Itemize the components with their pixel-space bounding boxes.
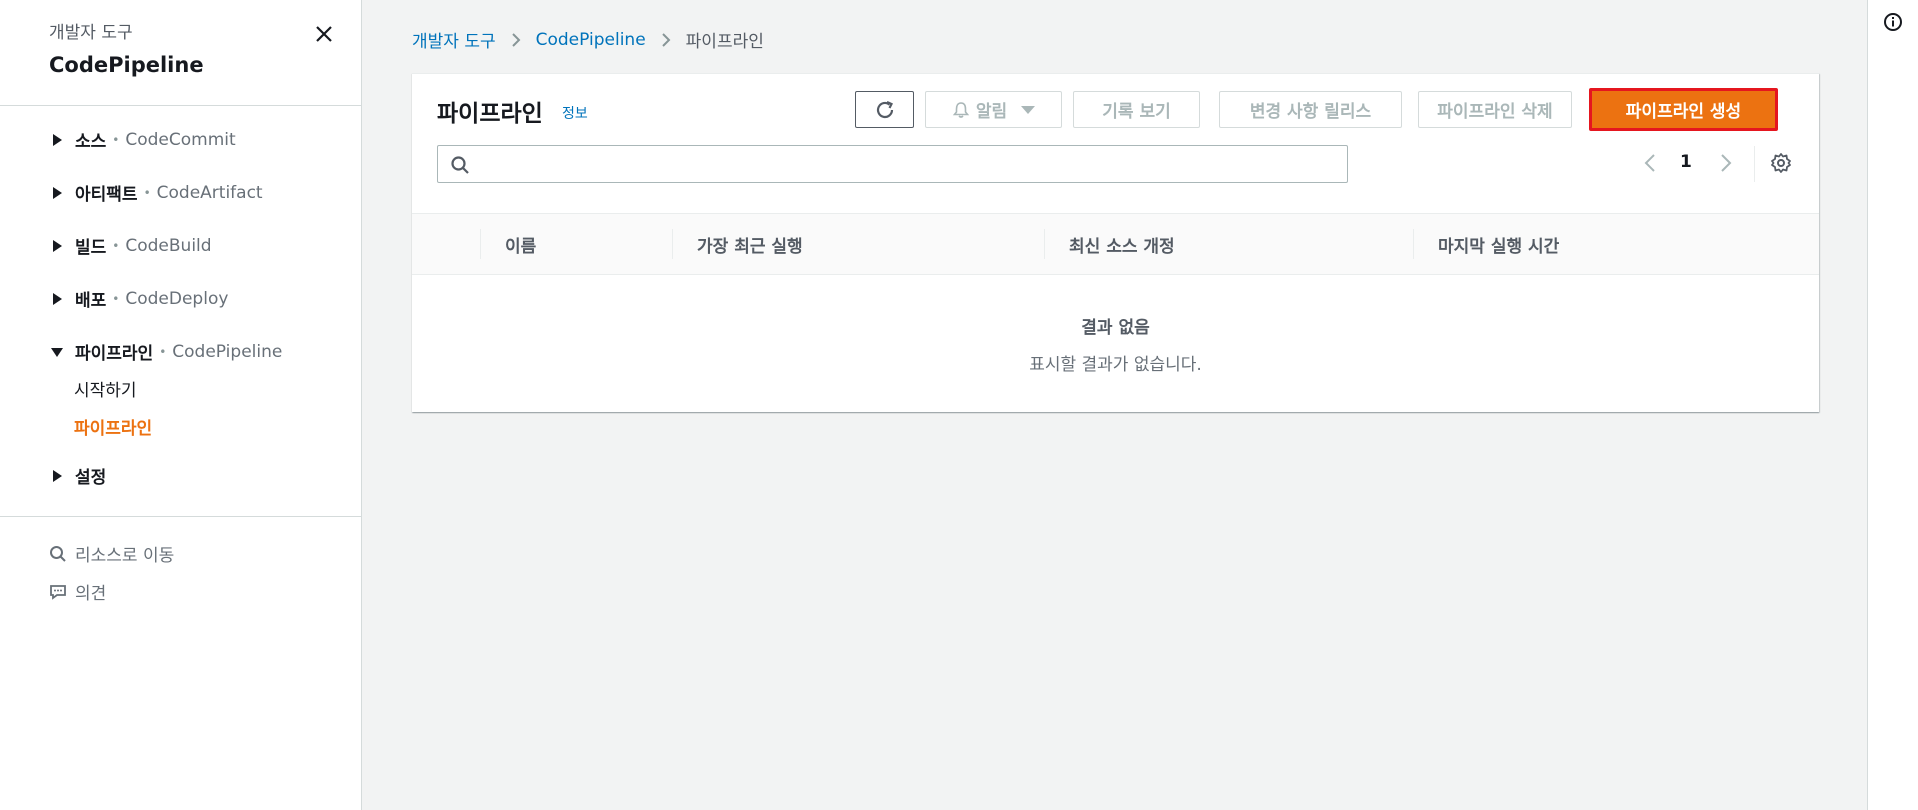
- feedback-link[interactable]: 의견: [49, 579, 106, 604]
- release-change-button[interactable]: 변경 사항 릴리스: [1219, 91, 1402, 128]
- refresh-button[interactable]: [855, 91, 914, 128]
- nav-service-name: CodeBuild: [125, 235, 212, 256]
- nav-item-getting-started[interactable]: 시작하기: [74, 376, 137, 401]
- nav-section-label: 빌드: [75, 238, 107, 258]
- pagination-divider: [1754, 146, 1755, 182]
- breadcrumb-developer-tools[interactable]: 개발자 도구: [412, 27, 496, 52]
- nav-separator: •: [159, 344, 167, 359]
- dropdown-icon: [1021, 105, 1036, 114]
- caret-right-icon: [49, 238, 65, 254]
- breadcrumb: 개발자 도구 CodePipeline 파이프라인: [412, 27, 764, 53]
- caret-right-icon: [49, 185, 65, 201]
- create-pipeline-button[interactable]: 파이프라인 생성: [1589, 88, 1778, 131]
- nav-separator: •: [143, 185, 151, 200]
- goto-resource-label: 리소스로 이동: [75, 546, 175, 566]
- refresh-icon: [876, 100, 893, 118]
- nav-service-name: CodePipeline: [172, 341, 283, 362]
- sidebar-divider: [0, 105, 362, 106]
- empty-state-title: 결과 없음: [1081, 318, 1150, 338]
- nav-section-artifacts[interactable]: 아티팩트 • CodeArtifact: [49, 180, 263, 205]
- goto-resource-link[interactable]: 리소스로 이동: [49, 541, 174, 566]
- page-number[interactable]: 1: [1680, 152, 1692, 172]
- nav-section-deploy[interactable]: 배포 • CodeDeploy: [49, 286, 228, 311]
- nav-section-label: 설정: [75, 468, 107, 488]
- pipelines-table-container: 파이프라인 정보 알림 기록 보기 변경 사항 릴리스 파이프라인 삭제 파이프…: [412, 73, 1819, 412]
- breadcrumb-pipelines: 파이프라인: [685, 32, 764, 52]
- nav-section-pipeline[interactable]: 파이프라인 • CodePipeline: [49, 339, 282, 364]
- breadcrumb-codepipeline[interactable]: CodePipeline: [536, 30, 646, 50]
- column-header-name[interactable]: 이름: [505, 232, 536, 257]
- caret-right-icon: [49, 291, 65, 307]
- message-icon: [50, 584, 66, 600]
- caret-right-icon: [49, 132, 65, 148]
- search-field[interactable]: [437, 145, 1348, 183]
- nav-separator: •: [112, 238, 120, 253]
- sidebar-divider: [0, 516, 362, 517]
- info-icon[interactable]: [1883, 12, 1903, 32]
- page-title: 파이프라인: [437, 101, 543, 127]
- nav-section-settings[interactable]: 설정: [49, 463, 106, 488]
- nav-service-name: CodeCommit: [125, 129, 236, 150]
- notify-button[interactable]: 알림: [925, 91, 1062, 128]
- search-icon: [451, 156, 469, 174]
- chevron-right-icon: [660, 32, 672, 48]
- nav-section-label: 배포: [75, 291, 107, 311]
- feedback-label: 의견: [75, 584, 107, 604]
- settings-icon[interactable]: [1769, 151, 1793, 175]
- sidebar-title[interactable]: CodePipeline: [49, 53, 204, 77]
- table-header: 이름 가장 최근 실행 최신 소스 개정 마지막 실행 시간: [412, 213, 1819, 275]
- delete-pipeline-button[interactable]: 파이프라인 삭제: [1418, 91, 1572, 128]
- close-icon[interactable]: [312, 22, 336, 46]
- tools-panel-rail: [1867, 0, 1918, 810]
- empty-state-description: 표시할 결과가 없습니다.: [1029, 355, 1202, 375]
- caret-right-icon: [49, 468, 65, 484]
- column-divider: [480, 229, 481, 259]
- nav-separator: •: [112, 132, 120, 147]
- nav-service-name: CodeArtifact: [156, 182, 263, 203]
- column-divider: [1413, 229, 1414, 259]
- nav-section-build[interactable]: 빌드 • CodeBuild: [49, 233, 212, 258]
- side-navigation: 개발자 도구 CodePipeline 소스 • CodeCommit 아티팩트…: [0, 0, 362, 810]
- column-divider: [1044, 229, 1045, 259]
- nav-section-source[interactable]: 소스 • CodeCommit: [49, 127, 236, 152]
- search-input[interactable]: [478, 148, 1338, 180]
- view-history-button[interactable]: 기록 보기: [1073, 91, 1200, 128]
- chevron-right-icon[interactable]: [1714, 151, 1738, 175]
- info-link[interactable]: 정보: [562, 103, 588, 123]
- search-icon: [50, 545, 66, 562]
- chevron-right-icon: [510, 32, 522, 48]
- sidebar-header: 개발자 도구 CodePipeline: [49, 18, 204, 77]
- column-header-latest-source-revision[interactable]: 최신 소스 개정: [1069, 232, 1175, 257]
- nav-service-name: CodeDeploy: [125, 288, 229, 309]
- nav-item-pipelines[interactable]: 파이프라인: [74, 414, 152, 439]
- nav-separator: •: [112, 291, 120, 306]
- column-header-last-executed[interactable]: 마지막 실행 시간: [1438, 232, 1559, 257]
- nav-section-label: 아티팩트: [75, 185, 138, 205]
- nav-section-label: 파이프라인: [75, 344, 154, 364]
- sidebar-subtitle: 개발자 도구: [49, 23, 133, 43]
- notify-label: 알림: [975, 102, 1008, 122]
- column-header-latest-execution[interactable]: 가장 최근 실행: [697, 232, 803, 257]
- caret-down-icon: [49, 344, 65, 360]
- bell-icon: [952, 101, 970, 118]
- column-divider: [672, 229, 673, 259]
- chevron-left-icon[interactable]: [1638, 151, 1662, 175]
- nav-section-label: 소스: [75, 132, 107, 152]
